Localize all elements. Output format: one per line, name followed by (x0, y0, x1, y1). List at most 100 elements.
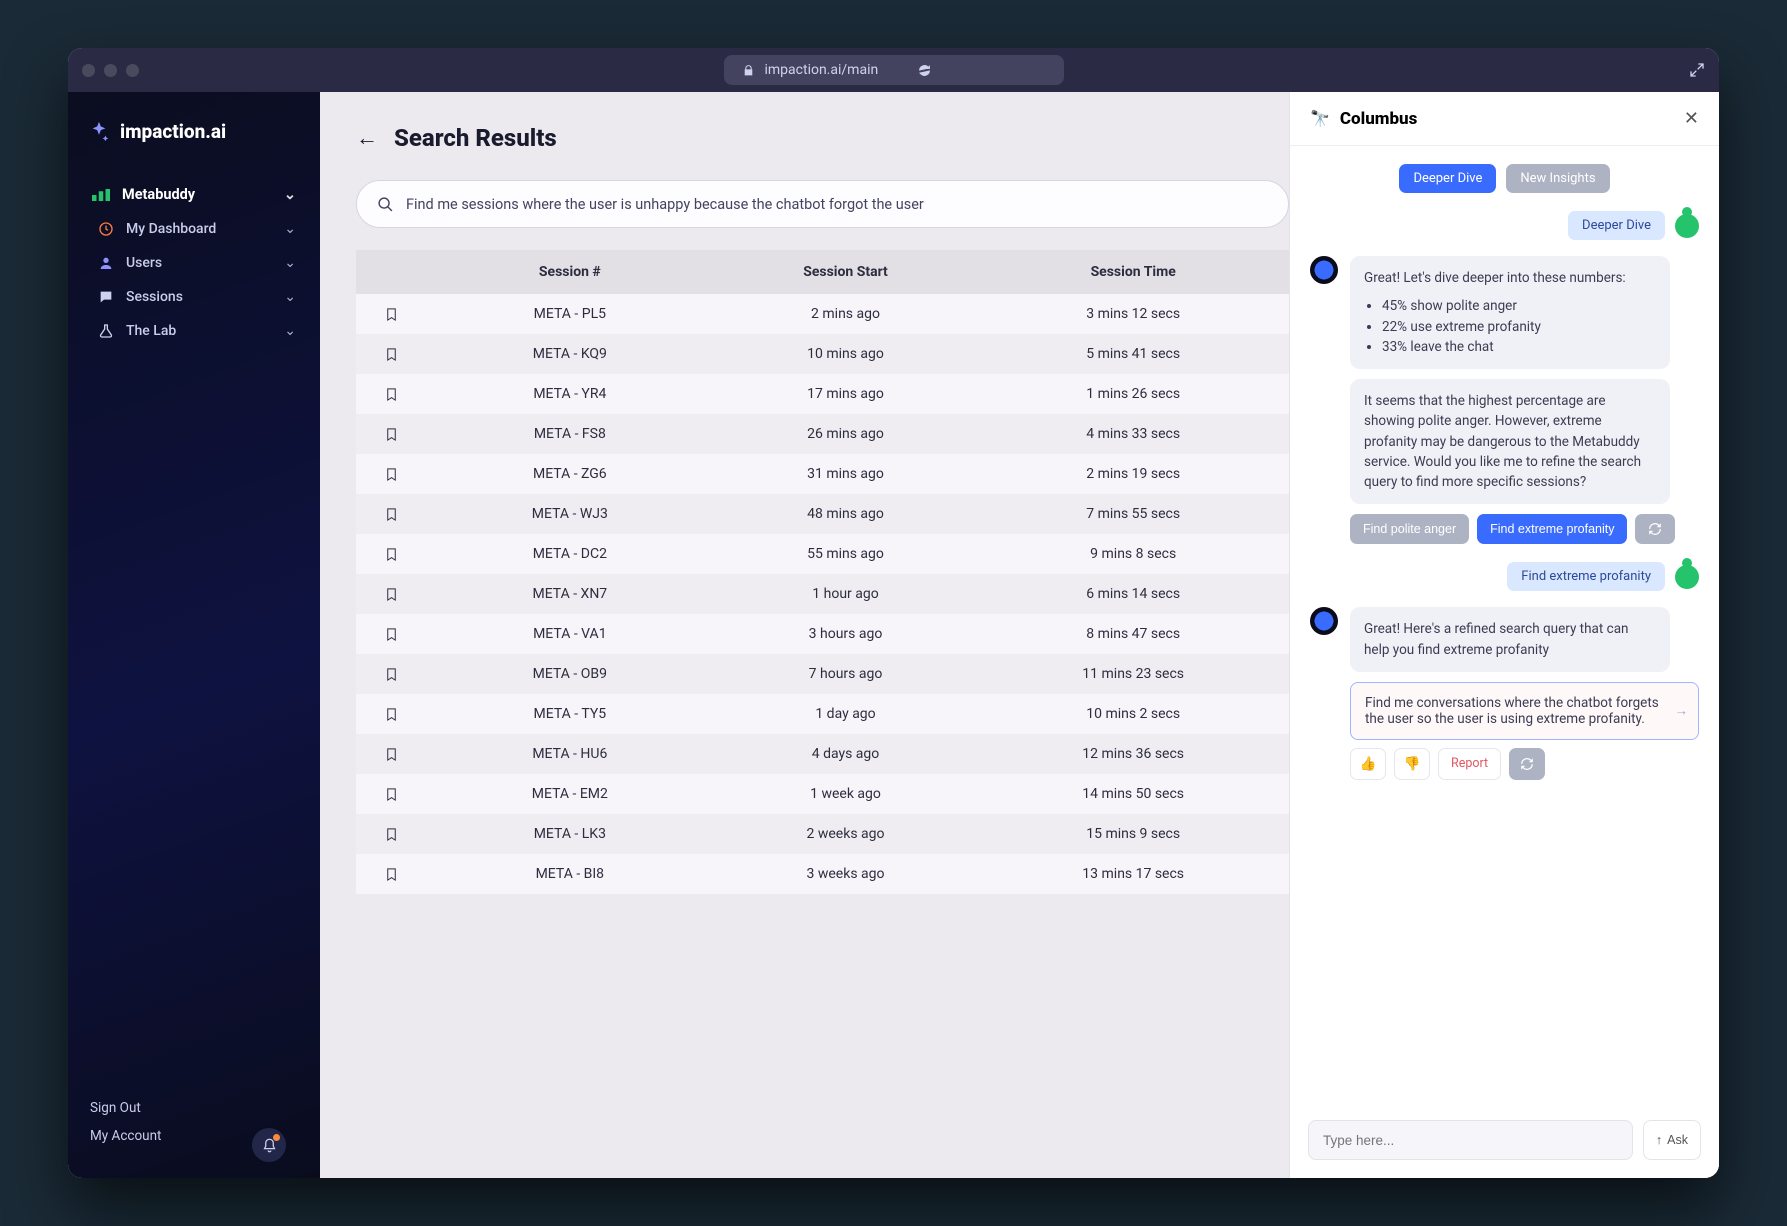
brand[interactable]: impaction.ai (68, 120, 320, 169)
bot-intro-text: Great! Let's dive deeper into these numb… (1364, 268, 1656, 288)
find-extreme-profanity-button[interactable]: Find extreme profanity (1477, 514, 1627, 544)
table-row[interactable]: META - ZG631 mins ago2 mins 19 secs (356, 454, 1289, 494)
cell-session-time: 4 mins 33 secs (977, 426, 1289, 442)
nav-group-metabuddy[interactable]: Metabuddy ⌄ (78, 177, 310, 212)
table-row[interactable]: META - VA13 hours ago8 mins 47 secs (356, 614, 1289, 654)
sidebar-item-the-lab[interactable]: The Lab⌄ (84, 314, 310, 348)
bookmark-icon[interactable] (384, 387, 399, 402)
table-row[interactable]: META - WJ348 mins ago7 mins 55 secs (356, 494, 1289, 534)
ask-button[interactable]: ↑ Ask (1643, 1120, 1701, 1160)
table-row[interactable]: META - DC255 mins ago9 mins 8 secs (356, 534, 1289, 574)
cell-session-id: META - KQ9 (426, 346, 714, 362)
table-row[interactable]: META - LK32 weeks ago15 mins 9 secs (356, 814, 1289, 854)
chat-panel: 🔭 Columbus ✕ Deeper Dive New Insights De… (1289, 92, 1719, 1178)
expand-icon[interactable] (1689, 62, 1705, 78)
chip-new-insights[interactable]: New Insights (1506, 164, 1609, 193)
cell-session-start: 48 mins ago (714, 506, 978, 522)
table-row[interactable]: META - KQ910 mins ago5 mins 41 secs (356, 334, 1289, 374)
traffic-minimize[interactable] (104, 64, 117, 77)
bot-avatar-icon (1310, 256, 1338, 284)
page-title: Search Results (394, 124, 557, 152)
traffic-close[interactable] (82, 64, 95, 77)
page-header: ← Search Results (356, 124, 1289, 152)
flask-icon (98, 323, 114, 339)
thumbs-down-button[interactable]: 👎 (1394, 748, 1430, 780)
sidebar-item-users[interactable]: Users⌄ (84, 246, 310, 280)
cell-session-time: 3 mins 12 secs (977, 306, 1289, 322)
bookmark-icon[interactable] (384, 867, 399, 882)
bookmark-icon[interactable] (384, 667, 399, 682)
cell-session-start: 2 weeks ago (714, 826, 978, 842)
chat-input[interactable] (1308, 1120, 1633, 1160)
table-row[interactable]: META - OB97 hours ago11 mins 23 secs (356, 654, 1289, 694)
bookmark-icon[interactable] (384, 307, 399, 322)
reload-icon[interactable] (918, 64, 931, 77)
address-bar[interactable]: impaction.ai/main (724, 55, 1064, 85)
arrow-right-icon[interactable]: → (1675, 703, 1689, 719)
bookmark-icon[interactable] (384, 707, 399, 722)
sidebar-item-label: Users (126, 255, 162, 271)
table-row[interactable]: META - YR417 mins ago1 mins 26 secs (356, 374, 1289, 414)
cell-session-start: 1 day ago (714, 706, 978, 722)
refined-query-card[interactable]: Find me conversations where the chatbot … (1350, 682, 1699, 740)
col-time[interactable]: Session Time (977, 264, 1289, 280)
cell-session-time: 8 mins 47 secs (977, 626, 1289, 642)
thumbs-up-button[interactable]: 👍 (1350, 748, 1386, 780)
bot-bullet: 22% use extreme profanity (1382, 317, 1656, 337)
cell-session-id: META - XN7 (426, 586, 714, 602)
my-account-link[interactable]: My Account (90, 1122, 298, 1150)
bookmark-icon[interactable] (384, 467, 399, 482)
bookmark-icon[interactable] (384, 427, 399, 442)
cell-session-time: 2 mins 19 secs (977, 466, 1289, 482)
user-message-2: Find extreme profanity (1310, 562, 1699, 591)
sidebar-item-sessions[interactable]: Sessions⌄ (84, 280, 310, 314)
regenerate-button[interactable] (1509, 748, 1545, 780)
find-polite-anger-button[interactable]: Find polite anger (1350, 514, 1469, 544)
panel-title: Columbus (1340, 109, 1417, 129)
refresh-suggestions-button[interactable] (1635, 514, 1675, 544)
user-chip: Find extreme profanity (1507, 562, 1665, 591)
sign-out-link[interactable]: Sign Out (90, 1094, 298, 1122)
table-row[interactable]: META - EM21 week ago14 mins 50 secs (356, 774, 1289, 814)
sidebar-item-my-dashboard[interactable]: My Dashboard⌄ (84, 212, 310, 246)
traffic-zoom[interactable] (126, 64, 139, 77)
cell-session-id: META - HU6 (426, 746, 714, 762)
table-row[interactable]: META - FS826 mins ago4 mins 33 secs (356, 414, 1289, 454)
table-row[interactable]: META - XN71 hour ago6 mins 14 secs (356, 574, 1289, 614)
back-arrow-icon[interactable]: ← (356, 125, 378, 151)
col-start[interactable]: Session Start (714, 264, 978, 280)
col-session[interactable]: Session # (426, 264, 714, 280)
bot-bubble-intro: Great! Let's dive deeper into these numb… (1350, 256, 1670, 369)
cell-session-start: 7 hours ago (714, 666, 978, 682)
user-icon (98, 255, 114, 271)
table-row[interactable]: META - PL52 mins ago3 mins 12 secs (356, 294, 1289, 334)
bookmark-icon[interactable] (384, 587, 399, 602)
cell-session-time: 12 mins 36 secs (977, 746, 1289, 762)
bookmark-icon[interactable] (384, 827, 399, 842)
bookmark-icon[interactable] (384, 507, 399, 522)
cell-session-start: 31 mins ago (714, 466, 978, 482)
chevron-down-icon: ⌄ (284, 289, 296, 305)
cell-session-id: META - ZG6 (426, 466, 714, 482)
chevron-down-icon: ⌄ (284, 221, 296, 237)
report-button[interactable]: Report (1438, 748, 1501, 780)
nav: Metabuddy ⌄ My Dashboard⌄Users⌄Sessions⌄… (68, 169, 320, 354)
columbus-icon: 🔭 (1310, 109, 1330, 128)
close-icon[interactable]: ✕ (1684, 108, 1699, 129)
bookmark-icon[interactable] (384, 547, 399, 562)
bookmark-icon[interactable] (384, 787, 399, 802)
table-row[interactable]: META - BI83 weeks ago13 mins 17 secs (356, 854, 1289, 894)
bot-bullet: 45% show polite anger (1382, 296, 1656, 316)
table-row[interactable]: META - HU64 days ago12 mins 36 secs (356, 734, 1289, 774)
bookmark-icon[interactable] (384, 627, 399, 642)
bookmark-icon[interactable] (384, 747, 399, 762)
table-header: Session # Session Start Session Time (356, 250, 1289, 294)
bookmark-icon[interactable] (384, 347, 399, 362)
sidebar-bottom: Sign Out My Account (68, 1086, 320, 1158)
notification-bell[interactable] (252, 1128, 286, 1162)
user-message-1: Deeper Dive (1310, 211, 1699, 240)
search-bar[interactable]: Find me sessions where the user is unhap… (356, 180, 1289, 228)
chip-deeper-dive[interactable]: Deeper Dive (1399, 164, 1496, 193)
table-row[interactable]: META - TY51 day ago10 mins 2 secs (356, 694, 1289, 734)
cell-session-id: META - OB9 (426, 666, 714, 682)
